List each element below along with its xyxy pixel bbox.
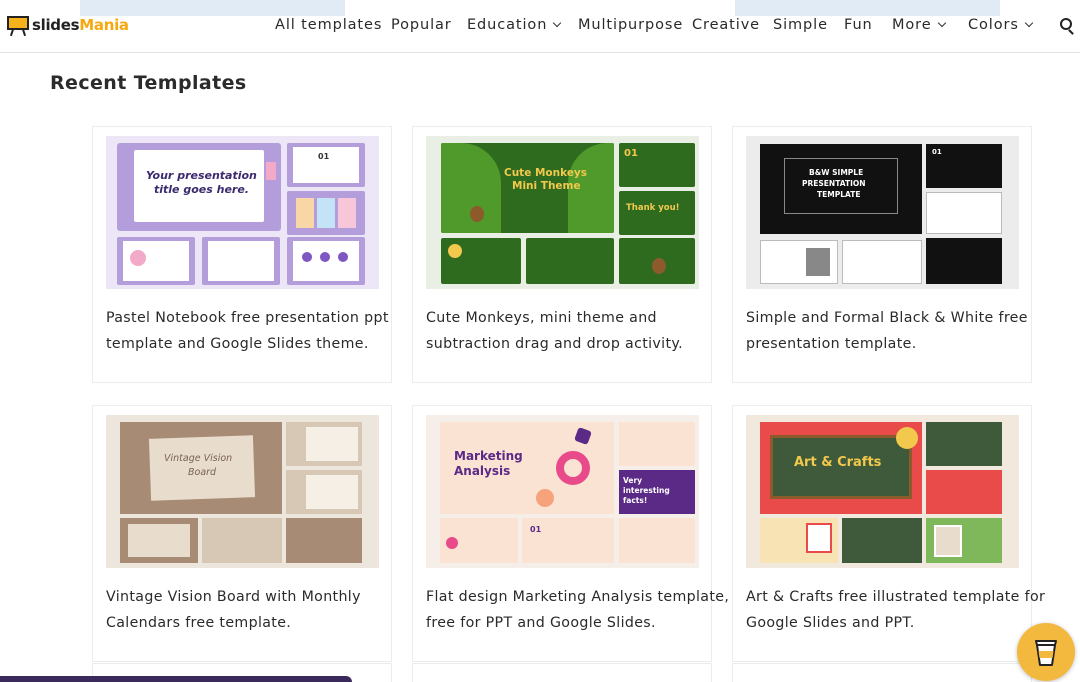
nav-all-templates[interactable]: All templates	[275, 17, 382, 33]
nav-education[interactable]: Education	[467, 17, 560, 33]
site-logo[interactable]: slidesMania	[5, 14, 129, 36]
template-title[interactable]: Vintage Vision Board with MonthlyCalenda…	[106, 585, 388, 636]
template-card[interactable]	[732, 663, 1032, 682]
coffee-cup-icon	[1017, 623, 1075, 681]
template-card-art-crafts[interactable]: Art & Crafts Art & Crafts free illustrat…	[732, 405, 1032, 662]
template-thumbnail[interactable]: Art & Crafts	[746, 415, 1019, 568]
template-card-black-white[interactable]: B&W SIMPLE PRESENTATION TEMPLATE 01 Simp…	[732, 126, 1032, 383]
template-thumbnail[interactable]: Your presentation title goes here. 01	[106, 136, 379, 289]
chevron-down-icon	[1025, 19, 1033, 27]
nav-creative[interactable]: Creative	[692, 17, 760, 33]
template-title[interactable]: Pastel Notebook free presentation ppttem…	[106, 306, 388, 357]
search-icon[interactable]	[1059, 17, 1077, 35]
logo-text: slidesMania	[32, 16, 129, 34]
template-thumbnail[interactable]: Cute Monkeys Mini Theme 01 Thank you!	[426, 136, 699, 289]
section-title: Recent Templates	[50, 72, 247, 94]
header-banner-strip	[735, 0, 1000, 16]
nav-multipurpose[interactable]: Multipurpose	[578, 17, 683, 33]
nav-colors[interactable]: Colors	[968, 17, 1032, 33]
template-title[interactable]: Cute Monkeys, mini theme andsubtraction …	[426, 306, 708, 357]
template-card-pastel-notebook[interactable]: Your presentation title goes here. 01 Pa…	[92, 126, 392, 383]
template-card[interactable]	[412, 663, 712, 682]
template-thumbnail[interactable]: Vintage Vision Board	[106, 415, 379, 568]
template-card-vintage-vision-board[interactable]: Vintage Vision Board Vintage Vision Boar…	[92, 405, 392, 662]
bottom-banner	[0, 676, 352, 682]
buy-me-a-coffee-button[interactable]	[1017, 623, 1075, 681]
template-title[interactable]: Flat design Marketing Analysis template,…	[426, 585, 708, 636]
chevron-down-icon	[937, 19, 945, 27]
template-title[interactable]: Art & Crafts free illustrated template f…	[746, 585, 1028, 636]
nav-simple[interactable]: Simple	[773, 17, 828, 33]
easel-logo-icon	[5, 14, 31, 36]
nav-fun[interactable]: Fun	[844, 17, 873, 33]
nav-more[interactable]: More	[892, 17, 945, 33]
template-thumbnail[interactable]: B&W SIMPLE PRESENTATION TEMPLATE 01	[746, 136, 1019, 289]
template-card-cute-monkeys[interactable]: Cute Monkeys Mini Theme 01 Thank you! Cu…	[412, 126, 712, 383]
chevron-down-icon	[553, 19, 561, 27]
site-header: slidesMania All templates Popular Educat…	[0, 0, 1080, 53]
template-card-marketing-analysis[interactable]: Marketing Analysis Very interesting fact…	[412, 405, 712, 662]
nav-popular[interactable]: Popular	[391, 17, 452, 33]
template-thumbnail[interactable]: Marketing Analysis Very interesting fact…	[426, 415, 699, 568]
template-title[interactable]: Simple and Formal Black & White freepres…	[746, 306, 1028, 357]
